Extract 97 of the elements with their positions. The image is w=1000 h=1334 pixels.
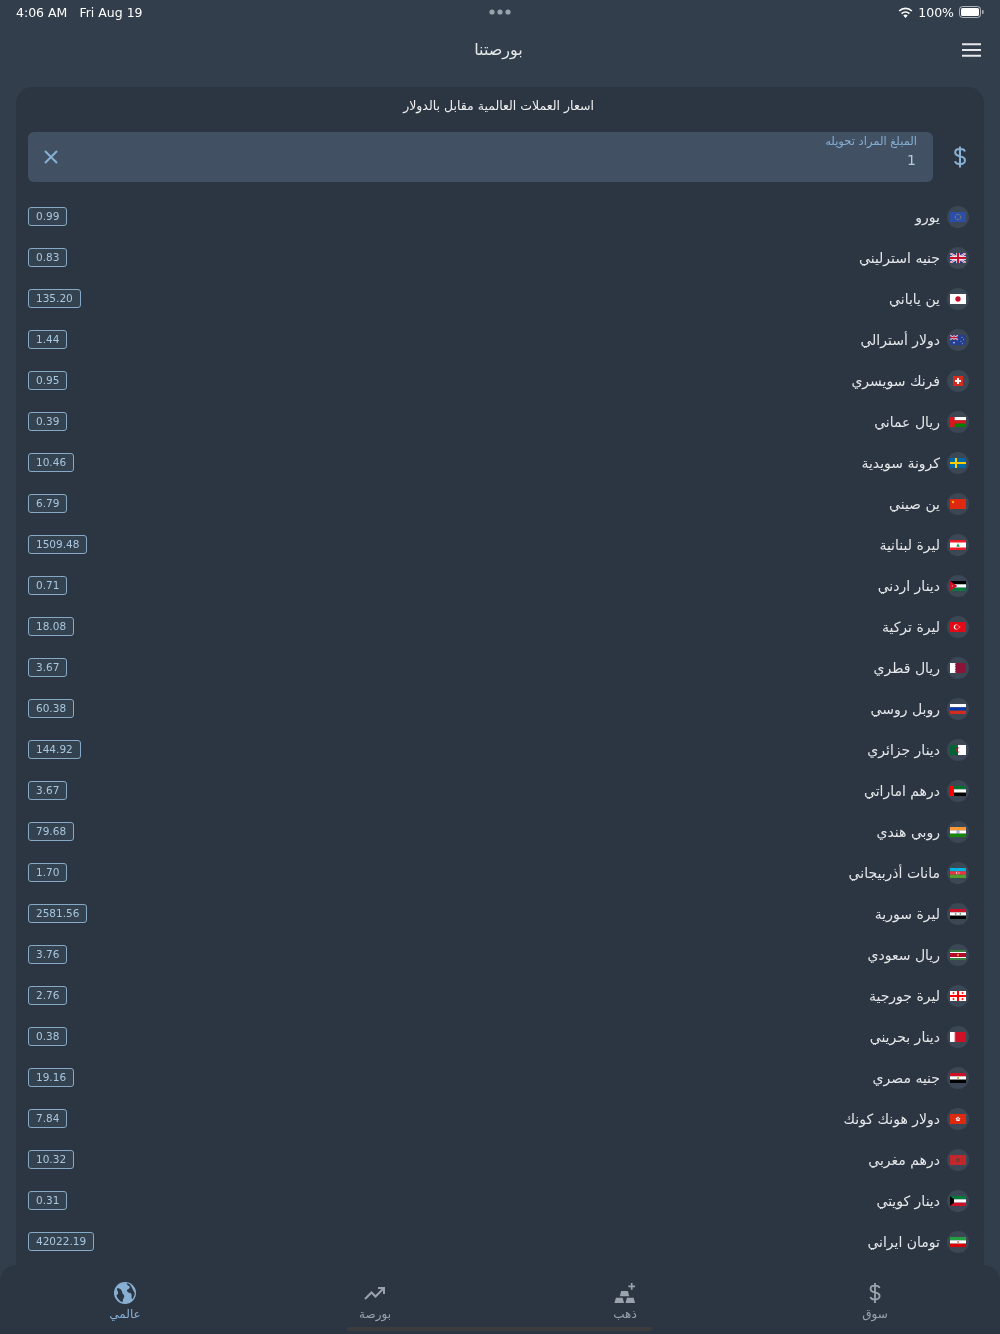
card-title: اسعار العملات العالمية مقابل بالدولار [401, 97, 595, 115]
rate-badge: 3.76 [28, 945, 68, 964]
rate-badge: 79.68 [28, 822, 75, 841]
rate-badge: 0.71 [28, 576, 68, 595]
rate-badge: 10.46 [28, 453, 75, 472]
status-date: Fri Aug 19 [79, 4, 143, 20]
rate-badge: 60.38 [28, 699, 75, 718]
currency-name: دينار جزائري [867, 741, 940, 758]
japan-flag-icon [947, 287, 969, 310]
rate-badge: 2.76 [28, 986, 68, 1005]
currency-name: يورو [915, 208, 940, 225]
field-label: المبلغ المراد تحويله [825, 134, 917, 148]
tab[interactable]: عالمي [0, 1282, 250, 1334]
currency-name: جنيه استرليني [859, 249, 940, 266]
rate-badge: 144.92 [28, 740, 81, 759]
battery-icon [959, 6, 984, 18]
iran-flag-icon [947, 1230, 969, 1253]
rate-badge: 3.67 [28, 781, 68, 800]
currency-name: ريال سعودي [867, 946, 940, 963]
currency-name: ليرة لبنانية [879, 536, 940, 553]
currency-name: دينار اردني [877, 577, 940, 594]
currency-name: ليرة تركية [881, 618, 940, 635]
currency-name: كرونة سويدية [861, 454, 940, 471]
oman-flag-icon [947, 410, 969, 433]
rate-badge: 42022.19 [28, 1232, 95, 1251]
currency-name: دينار كويتي [876, 1192, 940, 1209]
suriname-flag-icon [947, 943, 969, 966]
morocco-flag-icon [947, 1148, 969, 1171]
rate-badge: 2581.56 [28, 904, 88, 923]
rate-badge: 1509.48 [28, 535, 88, 554]
currency-name: ليرة سورية [874, 905, 940, 922]
globe-icon [114, 1282, 136, 1304]
sweden-flag-icon [947, 451, 969, 474]
turkey-flag-icon [947, 615, 969, 638]
currency-name: روبي هندي [876, 823, 940, 840]
india-flag-icon [947, 820, 969, 843]
hong-kong-flag-icon [947, 1107, 969, 1130]
tab[interactable]: بورصة [250, 1282, 500, 1334]
rate-badge: 0.83 [28, 248, 68, 267]
qatar-flag-icon [947, 656, 969, 679]
app-title: بورصتنا [474, 40, 523, 59]
tab[interactable]: سوق [750, 1282, 1000, 1334]
currency-name: دولار هونك كونك [843, 1110, 940, 1127]
currency-name: تومان ايراني [867, 1233, 940, 1250]
uae-flag-icon [947, 779, 969, 802]
currency-name: مانات أذربيجاني [848, 864, 940, 881]
australia-flag-icon [947, 328, 969, 351]
currency-name: درهم مغربي [868, 1151, 940, 1168]
rate-badge: 6.79 [28, 494, 68, 513]
georgia-flag-icon [947, 984, 969, 1007]
rate-badge: 135.20 [28, 289, 81, 308]
switzerland-flag-icon [947, 369, 969, 392]
rate-badge: 1.70 [28, 863, 68, 882]
currency-name: دولار أسترالي [860, 331, 940, 348]
china-flag-icon [947, 492, 969, 515]
battery-percentage: 100% [918, 4, 954, 20]
dots-icon [489, 9, 511, 15]
algeria-flag-icon [947, 738, 969, 761]
currency-name: دينار بحريني [869, 1028, 940, 1045]
currency-name: جنيه مصري [872, 1069, 940, 1086]
currency-name: ين صيني [889, 495, 940, 512]
rate-badge: 3.67 [28, 658, 68, 677]
egypt-flag-icon [947, 1066, 969, 1089]
wifi-icon [898, 6, 914, 18]
russia-flag-icon [947, 697, 969, 720]
dollar-icon [868, 1282, 882, 1304]
tab[interactable]: ذهب [500, 1282, 750, 1334]
rate-badge: 0.95 [28, 371, 68, 390]
rate-badge: 0.99 [28, 207, 68, 226]
currency-name: ريال قطري [873, 659, 940, 676]
eu-flag-icon [947, 205, 969, 228]
rate-badge: 10.32 [28, 1150, 75, 1169]
rate-badge: 0.38 [28, 1027, 68, 1046]
rate-badge: 0.31 [28, 1191, 68, 1210]
status-time: 4:06 AM [16, 4, 68, 20]
rate-badge: 7.84 [28, 1109, 68, 1128]
uk-flag-icon [947, 246, 969, 269]
jordan-flag-icon [947, 574, 969, 597]
rate-badge: 0.39 [28, 412, 68, 431]
currency-name: ين ياباني [889, 290, 940, 307]
menu-icon[interactable] [962, 42, 981, 57]
currency-name: ليرة جورجية [868, 987, 940, 1004]
kuwait-flag-icon [947, 1189, 969, 1212]
ingot-stack-icon [613, 1282, 637, 1304]
azerbaijan-flag-icon [947, 861, 969, 884]
currency-name: روبل روسي [870, 700, 940, 717]
currency-name: درهم اماراتي [864, 782, 940, 799]
close-icon[interactable] [44, 150, 58, 164]
syria-flag-icon [947, 902, 969, 925]
rate-badge: 19.16 [28, 1068, 75, 1087]
currency-name: ريال عماني [874, 413, 940, 430]
currency-name: فرنك سويسري [851, 372, 940, 389]
rate-badge: 1.44 [28, 330, 68, 349]
bahrain-flag-icon [947, 1025, 969, 1048]
rate-badge: 18.08 [28, 617, 75, 636]
lebanon-flag-icon [947, 533, 969, 556]
dollar-icon [953, 146, 967, 168]
